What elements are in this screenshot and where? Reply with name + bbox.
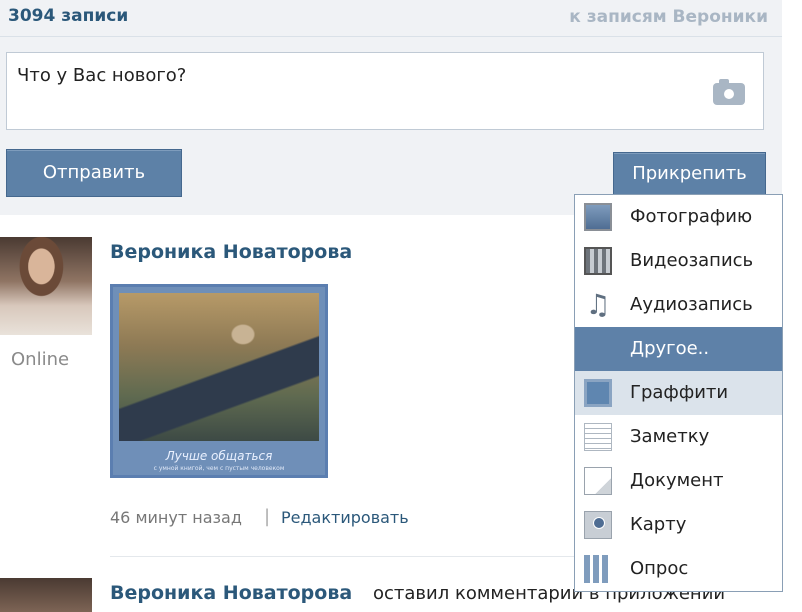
menu-item-label: Заметку [630,426,710,447]
graffiti-icon [584,379,612,407]
menu-item-video[interactable]: Видеозапись [575,239,782,283]
menu-item-label: Видеозапись [630,250,754,271]
menu-item-document[interactable]: Документ [575,459,782,503]
post-input[interactable]: Что у Вас нового? [6,52,764,130]
menu-item-photo[interactable]: Фотографию [575,195,782,239]
menu-item-label: Другое.. [630,338,710,359]
menu-item-label: Аудиозапись [630,294,753,315]
menu-item-audio[interactable]: ♫ Аудиозапись [575,283,782,327]
online-status: Online [11,349,70,370]
avatar[interactable] [0,578,92,612]
audio-icon: ♫ [585,288,611,321]
photo-icon [584,203,612,231]
post-photo [119,293,319,441]
menu-item-label: Граффити [630,382,729,403]
edit-link[interactable]: Редактировать [281,508,409,527]
attach-button[interactable]: Прикрепить [613,152,766,196]
menu-item-note[interactable]: Заметку [575,415,782,459]
note-icon [584,423,612,451]
menu-item-poll[interactable]: Опрос [575,547,782,591]
post-image-caption: Лучше общаться [165,449,273,463]
send-button[interactable]: Отправить [6,149,182,197]
document-icon [584,467,612,495]
menu-item-graffiti[interactable]: Граффити [575,371,782,415]
post-image[interactable]: Лучше общаться с умной книгой, чем с пус… [110,284,328,478]
post-author[interactable]: Вероника Новаторова [110,241,352,263]
map-icon [584,511,612,539]
post-divider [110,556,576,557]
menu-item-label: Карту [630,514,687,535]
menu-item-map[interactable]: Карту [575,503,782,547]
menu-item-label: Опрос [630,558,689,579]
poll-icon [584,555,612,583]
attach-menu: Фотографию Видеозапись ♫ Аудиозапись Дру… [574,194,783,592]
menu-item-label: Фотографию [630,206,753,227]
video-icon [584,247,612,275]
post-image-subcaption: с умной книгой, чем с пустым человеком [153,465,285,472]
post-count: 3094 записи [8,6,129,26]
to-wall-link[interactable]: к записям Вероники [569,7,768,27]
wall-header: 3094 записи к записям Вероники [0,0,782,37]
camera-icon[interactable] [713,79,745,105]
avatar[interactable] [0,237,92,335]
meta-separator: | [264,506,271,527]
menu-item-label: Документ [630,470,724,491]
post-time[interactable]: 46 минут назад [110,508,242,527]
menu-item-other[interactable]: Другое.. [575,327,782,371]
post-input-placeholder: Что у Вас нового? [17,65,187,86]
post-author[interactable]: Вероника Новаторова [110,582,352,604]
